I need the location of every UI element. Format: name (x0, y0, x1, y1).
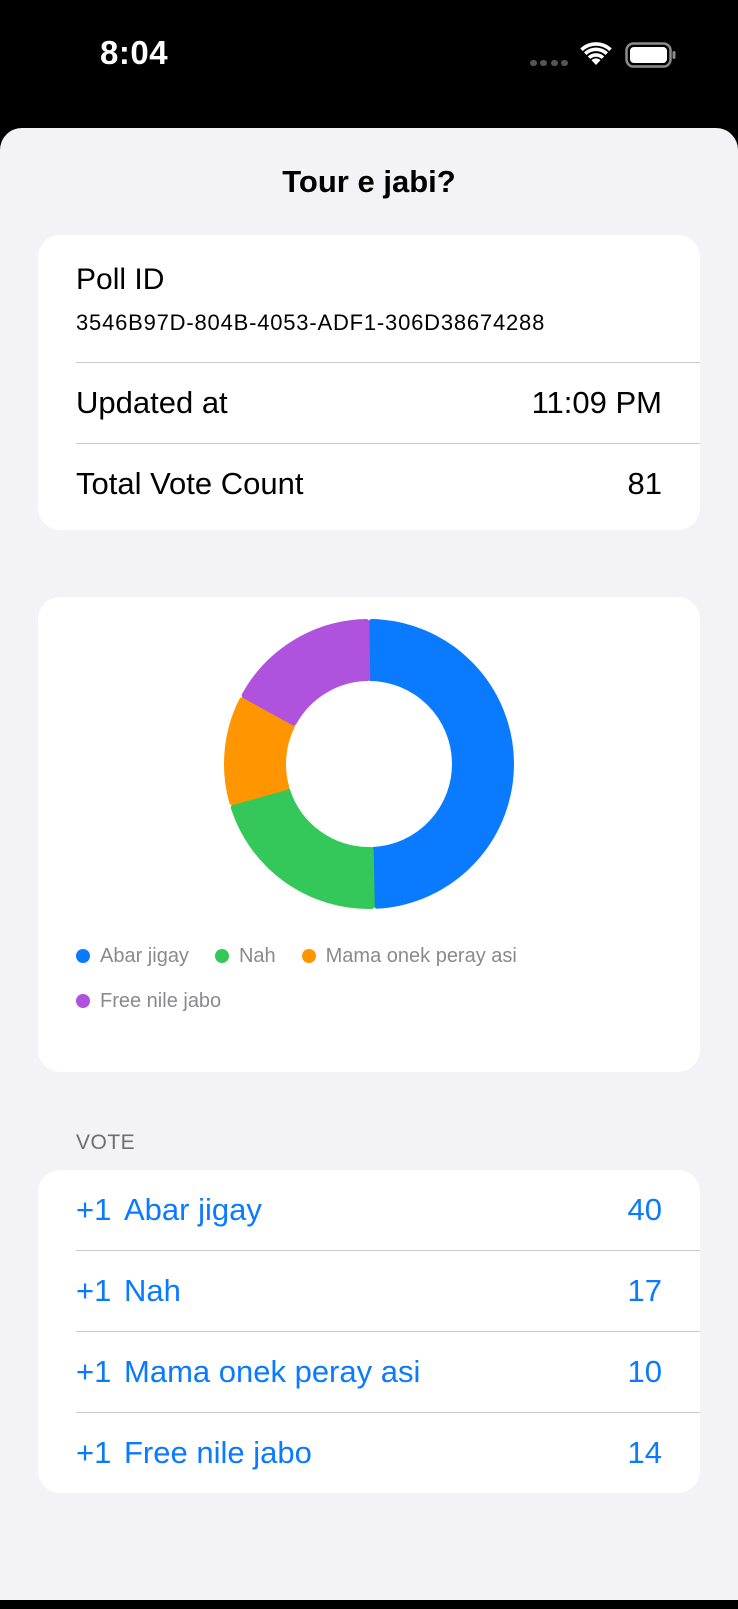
legend-item: Free nile jabo (76, 990, 221, 1012)
legend-item: Nah (214, 944, 276, 967)
status-bar: 8:04 (0, 0, 738, 130)
divider (76, 443, 700, 444)
vote-count: 10 (627, 1354, 662, 1389)
vote-button-abar-jigay[interactable]: +1 Abar jigay 40 (38, 1170, 700, 1251)
poll-id-value: 3546B97D-804B-4053-ADF1-306D38674288 (76, 310, 546, 335)
legend-label: Abar jigay (100, 944, 189, 967)
legend-label: Nah (238, 944, 276, 967)
vote-button-mama-onek-peray-asi[interactable]: +1 Mama onek peray asi 10 (38, 1332, 700, 1413)
poll-info-card: Poll ID 3546B97D-804B-4053-ADF1-306D3867… (38, 235, 700, 530)
vote-list: +1 Abar jigay 40 +1 Nah 17 +1 Mama onek … (38, 1170, 700, 1493)
poll-id-label: Poll ID (76, 263, 165, 296)
divider (76, 362, 700, 363)
vote-chart-card: Abar jigay Nah Mama onek peray asi Free nil… (38, 597, 700, 1072)
donut-slice-nah (230, 787, 375, 909)
vote-plus-label: +1 (76, 1273, 112, 1308)
legend-item: Abar jigay (76, 945, 189, 967)
legend-item: Mama onek peray asi (301, 944, 517, 967)
legend-dot (76, 949, 90, 963)
donut-slice-abar-jigay (367, 619, 514, 909)
battery-icon (625, 42, 676, 68)
vote-count: 17 (627, 1273, 662, 1308)
vote-option-label: Nah (124, 1273, 181, 1308)
legend-label: Mama onek peray asi (325, 944, 517, 967)
legend-dot (76, 994, 90, 1008)
wifi-icon (580, 42, 612, 65)
vote-count: 40 (627, 1192, 662, 1227)
vote-button-nah[interactable]: +1 Nah 17 (38, 1251, 700, 1332)
vote-button-free-nile-jabo[interactable]: +1 Free nile jabo 14 (38, 1413, 700, 1494)
status-time: 8:04 (100, 34, 169, 71)
updated-at-label: Updated at (76, 385, 228, 420)
donut-chart (224, 619, 514, 909)
poll-detail-sheet: Tour e jabi? Poll ID 3546B97D-804B-4053-… (0, 128, 738, 1609)
vote-plus-label: +1 (76, 1354, 112, 1389)
legend-dot (301, 949, 316, 963)
chart-legend: Abar jigay Nah Mama onek peray asi Free nil… (76, 945, 676, 1012)
vote-section-header: VOTE (76, 1131, 136, 1154)
vote-plus-label: +1 (76, 1435, 112, 1470)
donut-slice-free-nile-jabo (241, 619, 371, 726)
home-indicator (238, 1600, 501, 1609)
vote-option-label: Mama onek peray asi (124, 1354, 421, 1389)
total-vote-count-value: 81 (627, 466, 662, 501)
legend-label: Free nile jabo (100, 989, 222, 1012)
vote-count: 14 (627, 1435, 662, 1470)
updated-at-value: 11:09 PM (531, 385, 662, 420)
vote-option-label: Abar jigay (124, 1192, 262, 1227)
vote-plus-label: +1 (76, 1192, 112, 1227)
poll-title: Tour e jabi? (282, 164, 456, 199)
total-vote-count-label: Total Vote Count (76, 466, 304, 501)
legend-dot (214, 949, 229, 963)
signal-dots-icon (530, 60, 568, 66)
vote-option-label: Free nile jabo (124, 1435, 312, 1470)
